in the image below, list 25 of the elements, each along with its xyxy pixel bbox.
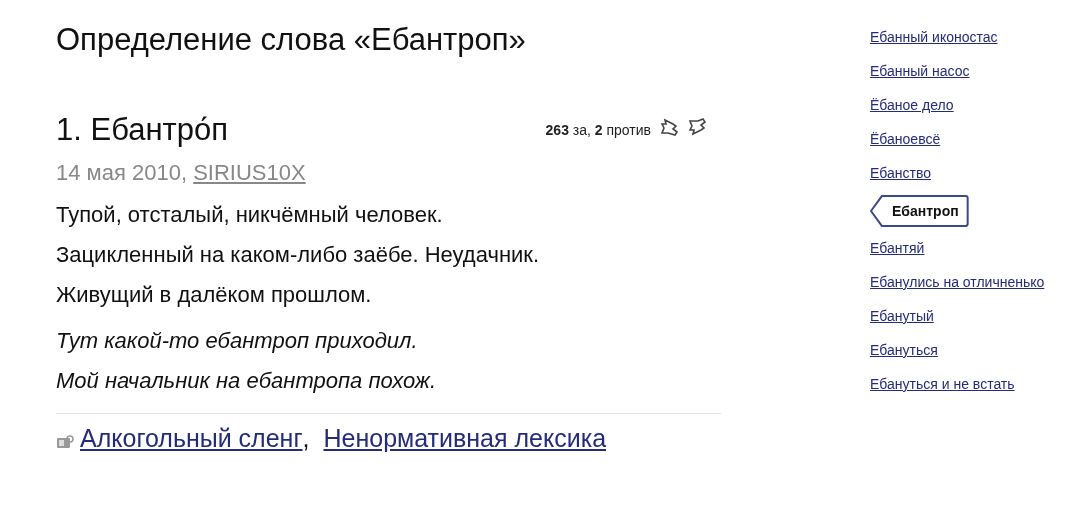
page-title: Определение слова «Ебантроп» [56,21,527,59]
sidebar-link[interactable]: Ебанный иконостас [870,23,998,52]
sidebar-link[interactable]: Ебанный насос [870,57,970,86]
definition-line: Живущий в далёком прошлом. [56,281,373,309]
definition-line: Зацикленный на каком-либо заёбе. Неудачник. [56,241,541,269]
sidebar-link[interactable]: Ебанулись на отличненько [870,268,1045,297]
sidebar-link[interactable]: Ебануться [870,336,938,365]
sidebar-link[interactable]: Ебантяй [870,234,925,263]
sidebar-link[interactable]: Ебанство [870,159,932,188]
example-line: Тут какой-то ебантроп приходил. [56,327,419,355]
category-link[interactable]: Алкогольный сленг [80,420,303,458]
vote-count: 263 за, 2 против [545,121,651,140]
comma: , [302,423,310,454]
sidebar-link[interactable]: Ебанутый [870,302,934,331]
sidebar-link[interactable]: Ёбаное дело [870,91,954,120]
sidebar-item-selected[interactable]: Ебантроп [870,195,969,227]
category-link[interactable]: Ненормативная лексика [323,420,607,458]
author-link[interactable]: SIRIUS10X [193,160,306,185]
sidebar-link[interactable]: Ебануться и не встать [870,370,1015,399]
sidebar-link[interactable]: Ёбаноевсё [870,125,941,154]
tag-icon [56,434,74,449]
definition-line: Тупой, отсталый, никчёмный человек. [56,201,444,229]
entry-heading: 1. Ебантро́п [56,112,228,148]
entry-date: 14 мая 2010, [56,160,188,185]
example-line: Мой начальник на ебантропа похож. [56,367,437,395]
